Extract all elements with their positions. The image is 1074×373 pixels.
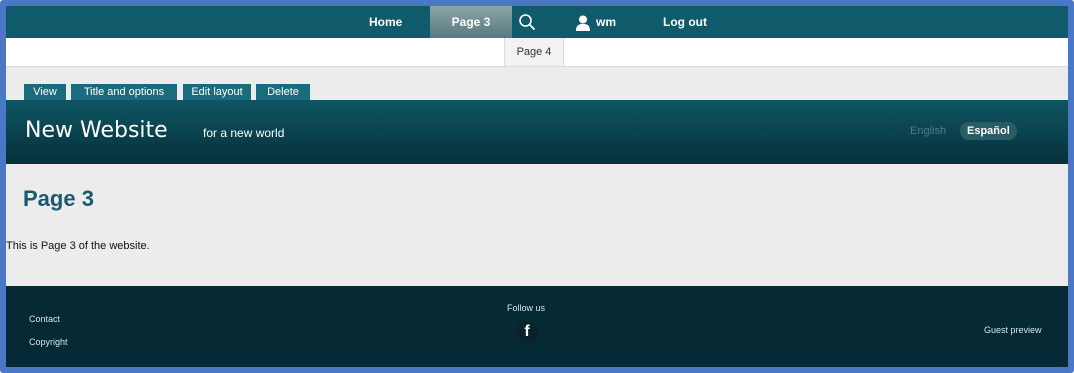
site-slogan: for a new world xyxy=(203,126,285,140)
app-window: Home Page 3 wm Log out Page 4 View Title… xyxy=(0,0,1074,373)
site-title[interactable]: New Website xyxy=(25,118,168,143)
follow-us-label: Follow us xyxy=(507,303,546,313)
language-english[interactable]: English xyxy=(910,122,946,140)
tab-edit-layout[interactable]: Edit layout xyxy=(183,84,251,100)
facebook-icon[interactable]: f xyxy=(516,321,538,343)
page-title: Page 3 xyxy=(23,186,94,211)
language-espanol[interactable]: Español xyxy=(960,122,1017,140)
top-navigation: Home Page 3 wm Log out xyxy=(6,6,1068,38)
guest-preview-link[interactable]: Guest preview xyxy=(984,325,1042,335)
footer-copyright-link[interactable]: Copyright xyxy=(29,337,68,347)
nav-page3-link[interactable]: Page 3 xyxy=(430,6,512,38)
logout-link[interactable]: Log out xyxy=(663,6,707,38)
nav-user-label: wm xyxy=(596,15,617,29)
search-icon[interactable] xyxy=(518,6,542,38)
page-body-text: This is Page 3 of the website. xyxy=(6,240,150,252)
submenu-bar: Page 4 xyxy=(6,38,1068,67)
tab-view[interactable]: View xyxy=(24,84,66,100)
site-header: New Website for a new world English Espa… xyxy=(6,100,1068,164)
tab-delete[interactable]: Delete xyxy=(256,84,310,100)
footer-contact-link[interactable]: Contact xyxy=(29,314,60,324)
site-footer: Contact Copyright Follow us f Guest prev… xyxy=(6,286,1068,367)
user-icon xyxy=(576,15,590,31)
submenu-item-page4[interactable]: Page 4 xyxy=(504,38,564,66)
nav-user-menu[interactable]: wm xyxy=(576,6,616,38)
tab-title-options[interactable]: Title and options xyxy=(71,84,177,100)
nav-home-link[interactable]: Home xyxy=(369,6,402,38)
